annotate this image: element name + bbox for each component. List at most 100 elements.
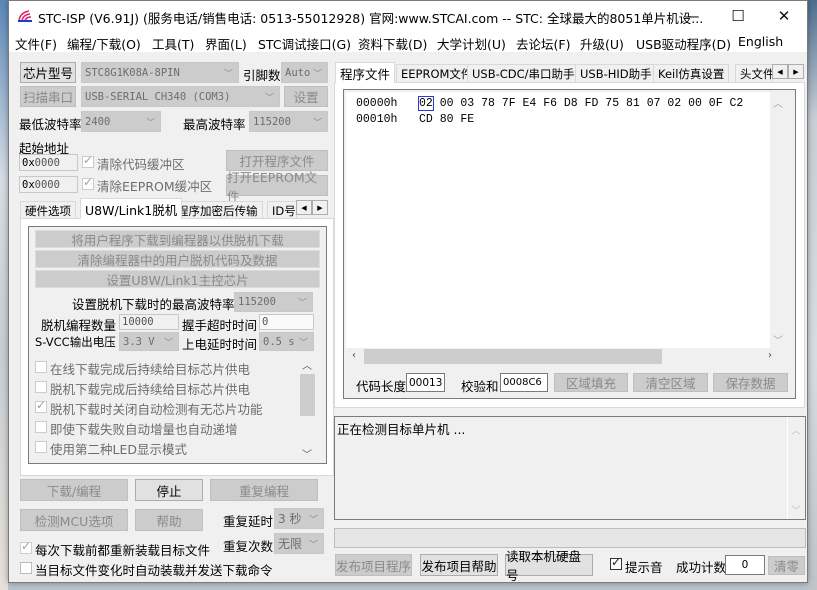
close-button[interactable]: ✕ — [761, 1, 807, 31]
tab-usb-cdc-serial[interactable]: USB-CDC/串口助手 — [467, 64, 580, 82]
port-select[interactable]: USB-SERIAL CH340 (COM3) ﹀ — [81, 86, 280, 107]
set-master-chip-button[interactable]: 设置U8W/Link1主控芯片 — [35, 270, 320, 288]
offline-option-checkbox[interactable] — [35, 381, 47, 393]
port-settings-button[interactable]: 设置 — [284, 86, 328, 107]
hex-byte[interactable]: D8 — [564, 97, 578, 110]
read-disk-serial-button[interactable]: 读取本机硬盘号 — [505, 549, 593, 583]
publish-program-button[interactable]: 发布项目程序 — [335, 554, 412, 576]
offline-option-checkbox[interactable] — [35, 421, 47, 433]
scrollbar-thumb[interactable] — [300, 374, 315, 416]
eeprom-start-address-input[interactable]: 0x 0000 — [19, 176, 78, 193]
hex-byte[interactable]: 00 — [688, 97, 702, 110]
repeat-count-select[interactable]: 无限 ﹀ — [274, 533, 324, 554]
tab-eeprom-file[interactable]: EEPROM文件 — [396, 64, 478, 82]
hex-byte[interactable]: 07 — [647, 97, 661, 110]
hex-byte[interactable]: F6 — [543, 97, 557, 110]
download-to-programmer-button[interactable]: 将用户程序下载到编程器以供脱机下载 — [35, 230, 320, 248]
menu-stc-debug[interactable]: STC调试接口(G) — [258, 34, 351, 53]
right-tab-scroll-left-button[interactable]: ◀ — [772, 64, 788, 79]
svcc-voltage-select[interactable]: 3.3 V ﹀ — [119, 332, 179, 351]
hex-editor[interactable]: 00000h 02 00 03 78 7F E4 F6 D8 FD 75 81 07 02 00 0F C2 00… — [346, 92, 772, 348]
offline-option-checkbox[interactable] — [35, 361, 47, 373]
right-tab-scroll-right-button[interactable]: ▶ — [788, 64, 804, 79]
tab-id-number[interactable]: ID号 — [267, 201, 297, 219]
menu-english[interactable]: English — [738, 34, 783, 49]
stop-button[interactable]: 停止 — [135, 479, 203, 501]
hex-byte[interactable]: FE — [460, 113, 474, 126]
hex-byte[interactable]: 78 — [481, 97, 495, 110]
help-button[interactable]: 帮助 — [135, 509, 203, 531]
offline-option-checkbox[interactable] — [35, 441, 47, 453]
scrollbar-thumb[interactable] — [364, 349, 662, 364]
hex-byte[interactable]: 75 — [605, 97, 619, 110]
menu-upgrade[interactable]: 升级(U) — [580, 34, 624, 53]
fill-area-button[interactable]: 区域填充 — [554, 373, 628, 392]
hex-byte[interactable]: 0F — [709, 97, 723, 110]
hex-byte[interactable]: 00 — [440, 97, 454, 110]
beep-checkbox[interactable] — [610, 555, 622, 570]
tab-hardware-options[interactable]: 硬件选项 — [20, 201, 76, 219]
tab-encrypted-transfer[interactable]: 程序加密后传输 — [172, 201, 263, 219]
tab-header-file[interactable]: 头文件 — [735, 64, 773, 82]
hex-byte[interactable]: 80 — [440, 113, 454, 126]
log-output[interactable]: 正在检测目标单片机 ... ︿ ﹀ — [334, 416, 806, 520]
clear-code-buffer-checkbox[interactable] — [82, 153, 94, 168]
menu-downloads[interactable]: 资料下载(D) — [358, 34, 427, 53]
power-on-delay-select[interactable]: 0.5 s ﹀ — [259, 332, 314, 351]
chevron-down-icon: ﹀ — [145, 118, 155, 128]
menu-program-download[interactable]: 编程/下载(O) — [67, 34, 141, 53]
chip-type-select[interactable]: STC8G1K08A-8PIN ﹀ — [81, 62, 239, 83]
title-bar[interactable]: STC-ISP (V6.91J) (服务电话/销售电话: 0513-550129… — [9, 1, 807, 31]
clear-count-button[interactable]: 清零 — [768, 556, 805, 575]
hex-horizontal-scrollbar[interactable]: ‹ › — [346, 348, 787, 365]
clear-eeprom-buffer-checkbox[interactable] — [82, 175, 94, 190]
min-baud-select[interactable]: 2400 ﹀ — [81, 111, 161, 132]
repeat-delay-select[interactable]: 3 秒 ﹀ — [274, 508, 324, 529]
minimize-button[interactable]: — — [669, 1, 715, 31]
menu-forum[interactable]: 去论坛(F) — [516, 34, 570, 53]
pin-count-select[interactable]: Auto ﹀ — [281, 62, 328, 83]
hex-byte[interactable]: C2 — [730, 97, 744, 110]
clear-offline-code-button[interactable]: 清除编程器中的用户脱机代码及数据 — [35, 250, 320, 268]
menu-interface[interactable]: 界面(L) — [205, 34, 247, 53]
reload-before-download-checkbox[interactable] — [20, 539, 32, 554]
chip-type-button[interactable]: 芯片型号 — [20, 62, 76, 83]
log-vertical-scrollbar[interactable]: ︿ ﹀ — [787, 417, 805, 519]
offline-option-checkbox[interactable] — [35, 398, 47, 413]
tab-scroll-right-button[interactable]: ▶ — [312, 200, 328, 215]
save-data-button[interactable]: 保存数据 — [713, 373, 788, 392]
menu-usb-driver[interactable]: USB驱动程序(D) — [636, 34, 731, 53]
handshake-timeout-input[interactable]: 0 — [259, 314, 314, 330]
tab-keil-simulation[interactable]: Keil仿真设置 — [653, 64, 730, 82]
clear-area-button[interactable]: 清空区域 — [633, 373, 708, 392]
auto-load-on-change-checkbox[interactable] — [20, 562, 32, 574]
tab-scroll-left-button[interactable]: ◀ — [296, 200, 312, 215]
hex-byte[interactable]: CD — [419, 113, 433, 126]
options-vertical-scrollbar[interactable]: ︿ ﹀ — [299, 357, 316, 461]
menu-university[interactable]: 大学计划(U) — [437, 34, 506, 53]
menu-file[interactable]: 文件(F) — [15, 34, 57, 53]
tab-u8w-link1-offline[interactable]: U8W/Link1脱机 — [80, 198, 183, 219]
tab-program-file[interactable]: 程序文件 — [335, 62, 396, 83]
scan-port-button[interactable]: 扫描串口 — [20, 86, 76, 107]
hex-byte[interactable]: 02 — [667, 97, 681, 110]
hex-byte[interactable]: 02 — [418, 96, 434, 111]
hex-byte[interactable]: E4 — [523, 97, 537, 110]
hex-byte[interactable]: 7F — [502, 97, 516, 110]
hex-byte[interactable]: 81 — [626, 97, 640, 110]
menu-tools[interactable]: 工具(T) — [152, 34, 194, 53]
max-baud-select[interactable]: 115200 ﹀ — [249, 111, 328, 132]
offline-max-baud-select[interactable]: 115200 ﹀ — [234, 292, 313, 312]
hex-byte[interactable]: 03 — [460, 97, 474, 110]
repeat-program-button[interactable]: 重复编程 — [210, 479, 318, 501]
check-mcu-options-button[interactable]: 检测MCU选项 — [20, 509, 128, 531]
publish-help-button[interactable]: 发布项目帮助 — [420, 554, 498, 576]
hex-vertical-scrollbar[interactable]: ︿ ﹀ — [770, 92, 787, 348]
maximize-button[interactable]: ☐ — [715, 1, 761, 31]
open-eeprom-file-button[interactable]: 打开EEPROM文件 — [226, 170, 328, 204]
tab-usb-hid[interactable]: USB-HID助手 — [575, 64, 657, 82]
hex-byte[interactable]: FD — [585, 97, 599, 110]
code-start-address-input[interactable]: 0x 0000 — [19, 154, 78, 171]
offline-program-count-input[interactable]: 10000 — [119, 314, 179, 330]
download-program-button[interactable]: 下载/编程 — [20, 479, 128, 501]
